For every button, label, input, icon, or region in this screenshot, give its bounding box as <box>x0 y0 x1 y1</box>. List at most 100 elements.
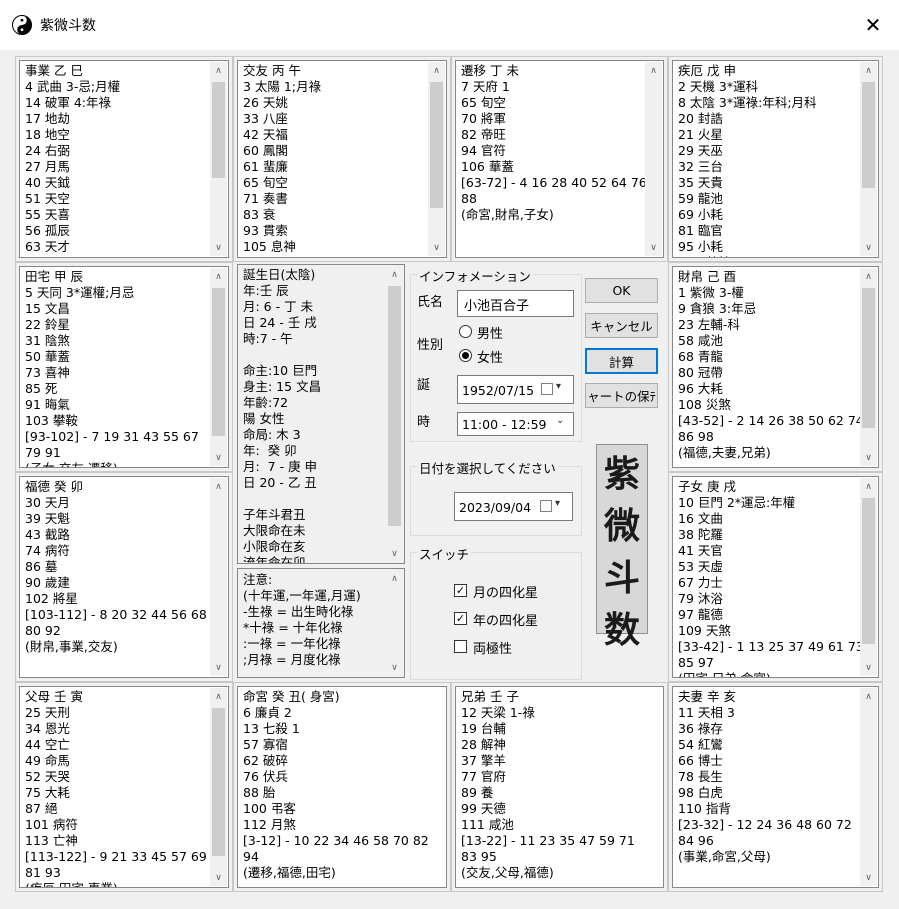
scroll-thumb[interactable] <box>212 288 225 436</box>
palace-list-property[interactable]: 田宅 甲 辰5 天同 3*運權;月忌 15 文昌 22 鈴星 31 陰煞 50 華蓋 73… <box>19 266 229 468</box>
month-sihua-label[interactable]: 月の四化星 <box>473 582 538 601</box>
save-chart-button[interactable]: ャートの保ﾃ <box>585 383 658 408</box>
calendar-icon[interactable] <box>541 383 553 395</box>
scroll-up-icon[interactable]: ∧ <box>860 478 877 495</box>
scrollbar[interactable]: ∧ ∨ <box>210 478 227 676</box>
time-select[interactable]: 11:00 - 12:59 ⌄ <box>457 412 574 436</box>
scroll-up-icon[interactable]: ∧ <box>645 62 662 79</box>
list-item: 命主:10 巨門 <box>243 363 318 378</box>
palace-list-life[interactable]: 命宮 癸 丑( 身宮) 6 廉貞 2 13 七殺 1 57 寡宿 62 破碎 76 伏兵 8… <box>237 686 447 888</box>
list-item <box>243 347 385 363</box>
list-item: 102 將星 <box>25 591 78 606</box>
dropdown-icon[interactable]: ▾ <box>556 381 561 392</box>
scroll-down-icon[interactable]: ∨ <box>210 449 227 466</box>
palace-text: 遷移 丁 未7 天府 1 65 旬空 70 將軍 82 帝旺 94 官符 106 華蓋 [6… <box>461 63 647 223</box>
palace-list-children[interactable]: 子女 庚 戌 10 巨門 2*運忌:年權 16 文曲 38 陀羅 41 天官 53 天虛 6… <box>672 476 879 678</box>
male-radio[interactable] <box>459 325 472 338</box>
birth-info-list[interactable]: 誕生日(太陰) 年:壬 辰月: 6 - 丁 未日 24 - 壬 戌時:7 - 午 … <box>237 264 405 564</box>
scrollbar[interactable]: ∧ ∨ <box>860 688 877 886</box>
palace-list-wealth[interactable]: 財帛 己 酉1 紫微 3-權 9 貪狼 3:年忌 23 左輔-科 58 咸池 68 青龍… <box>672 266 879 468</box>
list-item: 23 左輔-科 <box>678 317 740 332</box>
list-item: 81 臨官 <box>678 223 723 238</box>
scroll-thumb[interactable] <box>862 498 875 644</box>
scroll-down-icon[interactable]: ∨ <box>860 239 877 256</box>
palace-list-friends[interactable]: 交友 丙 午3 太陽 1;月祿 26 天姚 33 八座 42 天福 60 鳳閣 61 蜚廉… <box>237 60 447 258</box>
scrollbar[interactable]: ∧ ∨ <box>386 570 403 676</box>
year-sihua-label[interactable]: 年の四化星 <box>473 610 538 629</box>
list-item: 66 博士 <box>678 753 723 768</box>
scroll-down-icon[interactable]: ∨ <box>860 659 877 676</box>
scrollbar[interactable]: ∧ ∨ <box>210 62 227 256</box>
scroll-down-icon[interactable]: ∨ <box>860 449 877 466</box>
list-item: 79 沐浴 <box>678 591 723 606</box>
notes-list[interactable]: 注意: (十年運,一年運,月運) -生祿 = 出生時化祿 *十祿 = 十年化祿:一祿 … <box>237 568 405 678</box>
scrollbar[interactable]: ∧ ∨ <box>645 62 662 256</box>
year-sihua-checkbox[interactable]: ✓ <box>454 612 467 625</box>
palace-list-health[interactable]: 疾厄 戊 申2 天機 3*運科 8 太陰 3*運祿:年科;月科 20 封誥 21 火星… <box>672 60 879 258</box>
scroll-thumb[interactable] <box>862 288 875 428</box>
scroll-thumb[interactable] <box>862 82 875 188</box>
calendar-icon[interactable] <box>540 500 552 512</box>
scroll-up-icon[interactable]: ∧ <box>860 62 877 79</box>
list-item: 3 太陽 1;月祿 <box>243 79 322 94</box>
scrollbar[interactable]: ∧ ∨ <box>860 268 877 466</box>
palace-list-spouse[interactable]: 夫妻 辛 亥 11 天相 3 36 祿存 54 紅鸞 66 博士 78 長生 98 白虎 11… <box>672 686 879 888</box>
scroll-up-icon[interactable]: ∧ <box>860 268 877 285</box>
palace-list-career[interactable]: 事業 乙 巳4 武曲 3-忌;月權 14 破軍 4:年祿 17 地劫 18 地空 24 … <box>19 60 229 258</box>
scroll-up-icon[interactable]: ∧ <box>210 478 227 495</box>
scroll-down-icon[interactable]: ∨ <box>210 239 227 256</box>
palace-list-parents[interactable]: 父母 壬 寅 25 天刑 34 恩光 44 空亡 49 命馬 52 天哭 75 大耗 87 絕… <box>19 686 229 888</box>
male-label[interactable]: 男性 <box>477 323 503 342</box>
list-item: 流年命在卯 <box>243 555 306 564</box>
scrollbar[interactable]: ∧ ∨ <box>210 688 227 886</box>
list-item: 44 空亡 <box>25 737 70 752</box>
scroll-down-icon[interactable]: ∨ <box>386 545 403 562</box>
list-item: 81 93 <box>25 865 61 880</box>
polarity-label[interactable]: 両極性 <box>473 638 512 657</box>
scroll-up-icon[interactable]: ∧ <box>428 62 445 79</box>
name-input[interactable]: 小池百合子 <box>457 290 574 317</box>
chevron-down-icon[interactable]: ⌄ <box>556 415 564 426</box>
calculate-button[interactable]: 計算 <box>585 348 658 374</box>
scroll-down-icon[interactable]: ∨ <box>428 239 445 256</box>
scroll-thumb[interactable] <box>430 82 443 208</box>
scroll-up-icon[interactable]: ∧ <box>386 570 403 587</box>
scrollbar[interactable]: ∧ ∨ <box>428 62 445 256</box>
month-sihua-checkbox[interactable]: ✓ <box>454 584 467 597</box>
list-item: 事業 乙 巳 <box>25 63 83 78</box>
ok-button[interactable]: OK <box>585 278 658 303</box>
date-picker[interactable]: 2023/09/04 ▾ <box>454 492 573 521</box>
female-label[interactable]: 女性 <box>477 347 503 366</box>
scroll-down-icon[interactable]: ∨ <box>386 659 403 676</box>
close-button[interactable]: ✕ <box>850 6 896 44</box>
female-radio[interactable] <box>459 349 472 362</box>
scroll-up-icon[interactable]: ∧ <box>210 688 227 705</box>
list-item: 80 92 <box>25 623 61 638</box>
polarity-checkbox[interactable] <box>454 640 467 653</box>
birth-date-picker[interactable]: 1952/07/15 ▾ <box>457 375 574 404</box>
scroll-up-icon[interactable]: ∧ <box>210 62 227 79</box>
palace-text: 命宮 癸 丑( 身宮) 6 廉貞 2 13 七殺 1 57 寡宿 62 破碎 76 伏兵 8… <box>243 689 429 881</box>
palace-list-travel[interactable]: 遷移 丁 未7 天府 1 65 旬空 70 將軍 82 帝旺 94 官符 106 華蓋 [6… <box>455 60 664 258</box>
cancel-button[interactable]: キャンセル <box>585 313 658 338</box>
scroll-down-icon[interactable]: ∨ <box>210 869 227 886</box>
scroll-up-icon[interactable]: ∧ <box>386 266 403 283</box>
scrollbar[interactable]: ∧ ∨ <box>860 62 877 256</box>
scroll-down-icon[interactable]: ∨ <box>210 659 227 676</box>
scroll-down-icon[interactable]: ∨ <box>645 239 662 256</box>
scroll-thumb[interactable] <box>388 286 401 526</box>
scroll-up-icon[interactable]: ∧ <box>860 688 877 705</box>
scroll-thumb[interactable] <box>212 82 225 178</box>
scrollbar[interactable]: ∧ ∨ <box>386 266 403 562</box>
scroll-thumb[interactable] <box>212 708 225 856</box>
palace-list-fortune[interactable]: 福德 癸 卯 30 天月 39 天魁 43 截路 74 病符 86 墓 90 歲建 102 將… <box>19 476 229 678</box>
list-item: 田宅 甲 辰 <box>25 269 83 284</box>
palace-list-siblings[interactable]: 兄弟 壬 子 12 天梁 1-祿 19 台輔 28 解神 37 擎羊 77 官府 89 養9… <box>455 686 664 888</box>
scroll-up-icon[interactable]: ∧ <box>210 268 227 285</box>
scroll-down-icon[interactable]: ∨ <box>860 869 877 886</box>
scrollbar[interactable]: ∧ ∨ <box>860 478 877 676</box>
list-item: 98 白虎 <box>678 785 723 800</box>
scrollbar[interactable]: ∧ ∨ <box>210 268 227 466</box>
logo-char: 微 <box>603 505 640 547</box>
dropdown-icon[interactable]: ▾ <box>555 498 560 509</box>
